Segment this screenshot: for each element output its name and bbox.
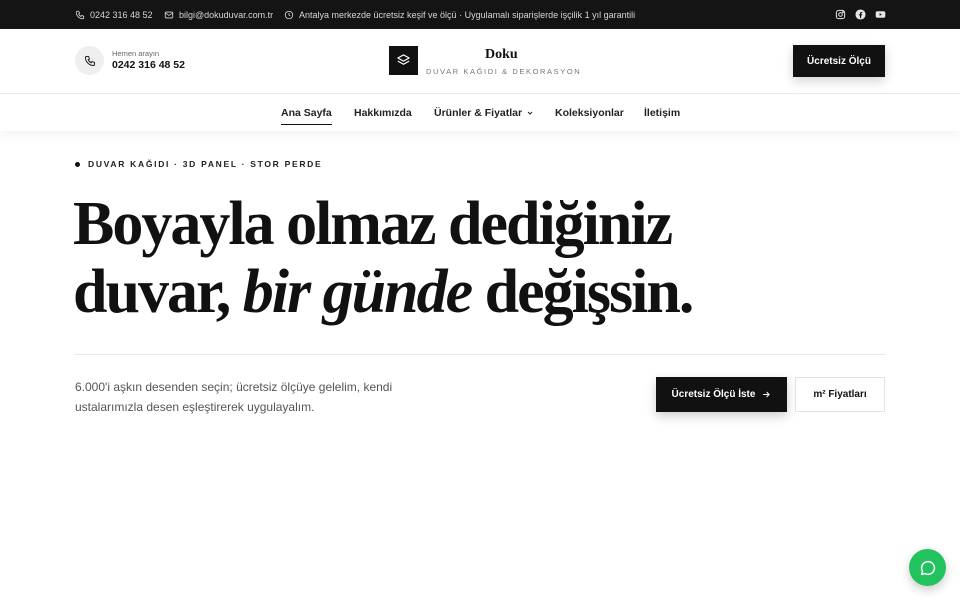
nav-item-label: İletişim (644, 106, 681, 119)
instagram-icon[interactable] (835, 9, 846, 20)
headline-line-2-end: değişsin. (471, 258, 695, 326)
chevron-down-icon (527, 111, 533, 115)
top-bar: 0242 316 48 52 bilgi@dokuduvar.com.tr An… (0, 0, 960, 29)
chat-bubble-icon (920, 560, 935, 575)
nav-item-products[interactable]: Ürünler & Fiyatlar (434, 94, 534, 131)
call-button[interactable] (75, 46, 104, 75)
topbar-notice-text: Antalya merkezde ücretsiz keşif ve ölçü … (299, 9, 636, 20)
headline-line-2: duvar, bir günde değişsin. (73, 258, 695, 326)
hero-description: 6.000'i aşkın desenden seçin; ücretsiz ö… (75, 380, 393, 414)
topbar-email-text: bilgi@dokuduvar.com.tr (179, 9, 274, 20)
topbar-phone-text: 0242 316 48 52 (90, 9, 153, 20)
nav-item-label: Ürünler & Fiyatlar (434, 106, 523, 119)
nav-item-label: Ana Sayfa (281, 106, 332, 119)
call-number[interactable]: 0242 316 48 52 (112, 59, 185, 71)
headline-italic: bir günde (242, 258, 473, 326)
hero-headline: Boyayla olmaz dediğiniz duvar, bir günde… (73, 190, 695, 326)
brand-tagline: DUVAR KAĞIDI & DEKORASYON (426, 67, 582, 76)
site-header: Hemen arayın 0242 316 48 52 Doku DUVAR K… (0, 29, 960, 94)
whatsapp-chat-button[interactable] (909, 549, 946, 586)
hero-eyebrow-text: DUVAR KAĞIDI · 3D PANEL · STOR PERDE (88, 159, 323, 169)
phone-icon (84, 55, 95, 66)
facebook-icon[interactable] (855, 9, 866, 20)
arrow-right-icon (763, 391, 771, 398)
topbar-email[interactable]: bilgi@dokuduvar.com.tr (164, 0, 273, 29)
nav-item-collections[interactable]: Koleksiyonlar (555, 94, 624, 131)
bullet-dot (75, 161, 80, 167)
nav-item-label: Koleksiyonlar (555, 106, 624, 119)
phone-icon (75, 10, 85, 19)
youtube-icon[interactable] (875, 9, 886, 20)
layers-icon (397, 54, 410, 65)
logo-mark[interactable] (389, 46, 418, 75)
request-measure-button[interactable]: Ücretsiz Ölçü İste (656, 377, 787, 412)
free-measure-button[interactable]: Ücretsiz Ölçü (793, 45, 885, 77)
topbar-notice: Antalya merkezde ücretsiz keşif ve ölçü … (284, 0, 635, 29)
topbar-phone[interactable]: 0242 316 48 52 (75, 0, 153, 29)
mail-icon (164, 11, 174, 18)
nav-item-label: Hakkımızda (354, 106, 412, 119)
clock-icon (284, 10, 294, 19)
hero-eyebrow: DUVAR KAĞIDI · 3D PANEL · STOR PERDE (75, 159, 322, 169)
nav-item-contact[interactable]: İletişim (644, 94, 680, 131)
headline-line-1: Boyayla olmaz dediğiniz (73, 190, 673, 258)
request-measure-label: Ücretsiz Ölçü İste (671, 389, 756, 400)
call-hint: Hemen arayın (112, 49, 160, 58)
price-per-m2-button[interactable]: m² Fiyatları (795, 377, 885, 412)
brand-name[interactable]: Doku (485, 47, 518, 63)
nav-item-about[interactable]: Hakkımızda (354, 94, 412, 131)
hero-divider (75, 354, 885, 355)
main-nav: Ana Sayfa Hakkımızda Ürünler & Fiyatlar … (0, 94, 960, 131)
nav-item-home[interactable]: Ana Sayfa (281, 94, 332, 131)
headline-line-2-start: duvar, (73, 258, 243, 326)
